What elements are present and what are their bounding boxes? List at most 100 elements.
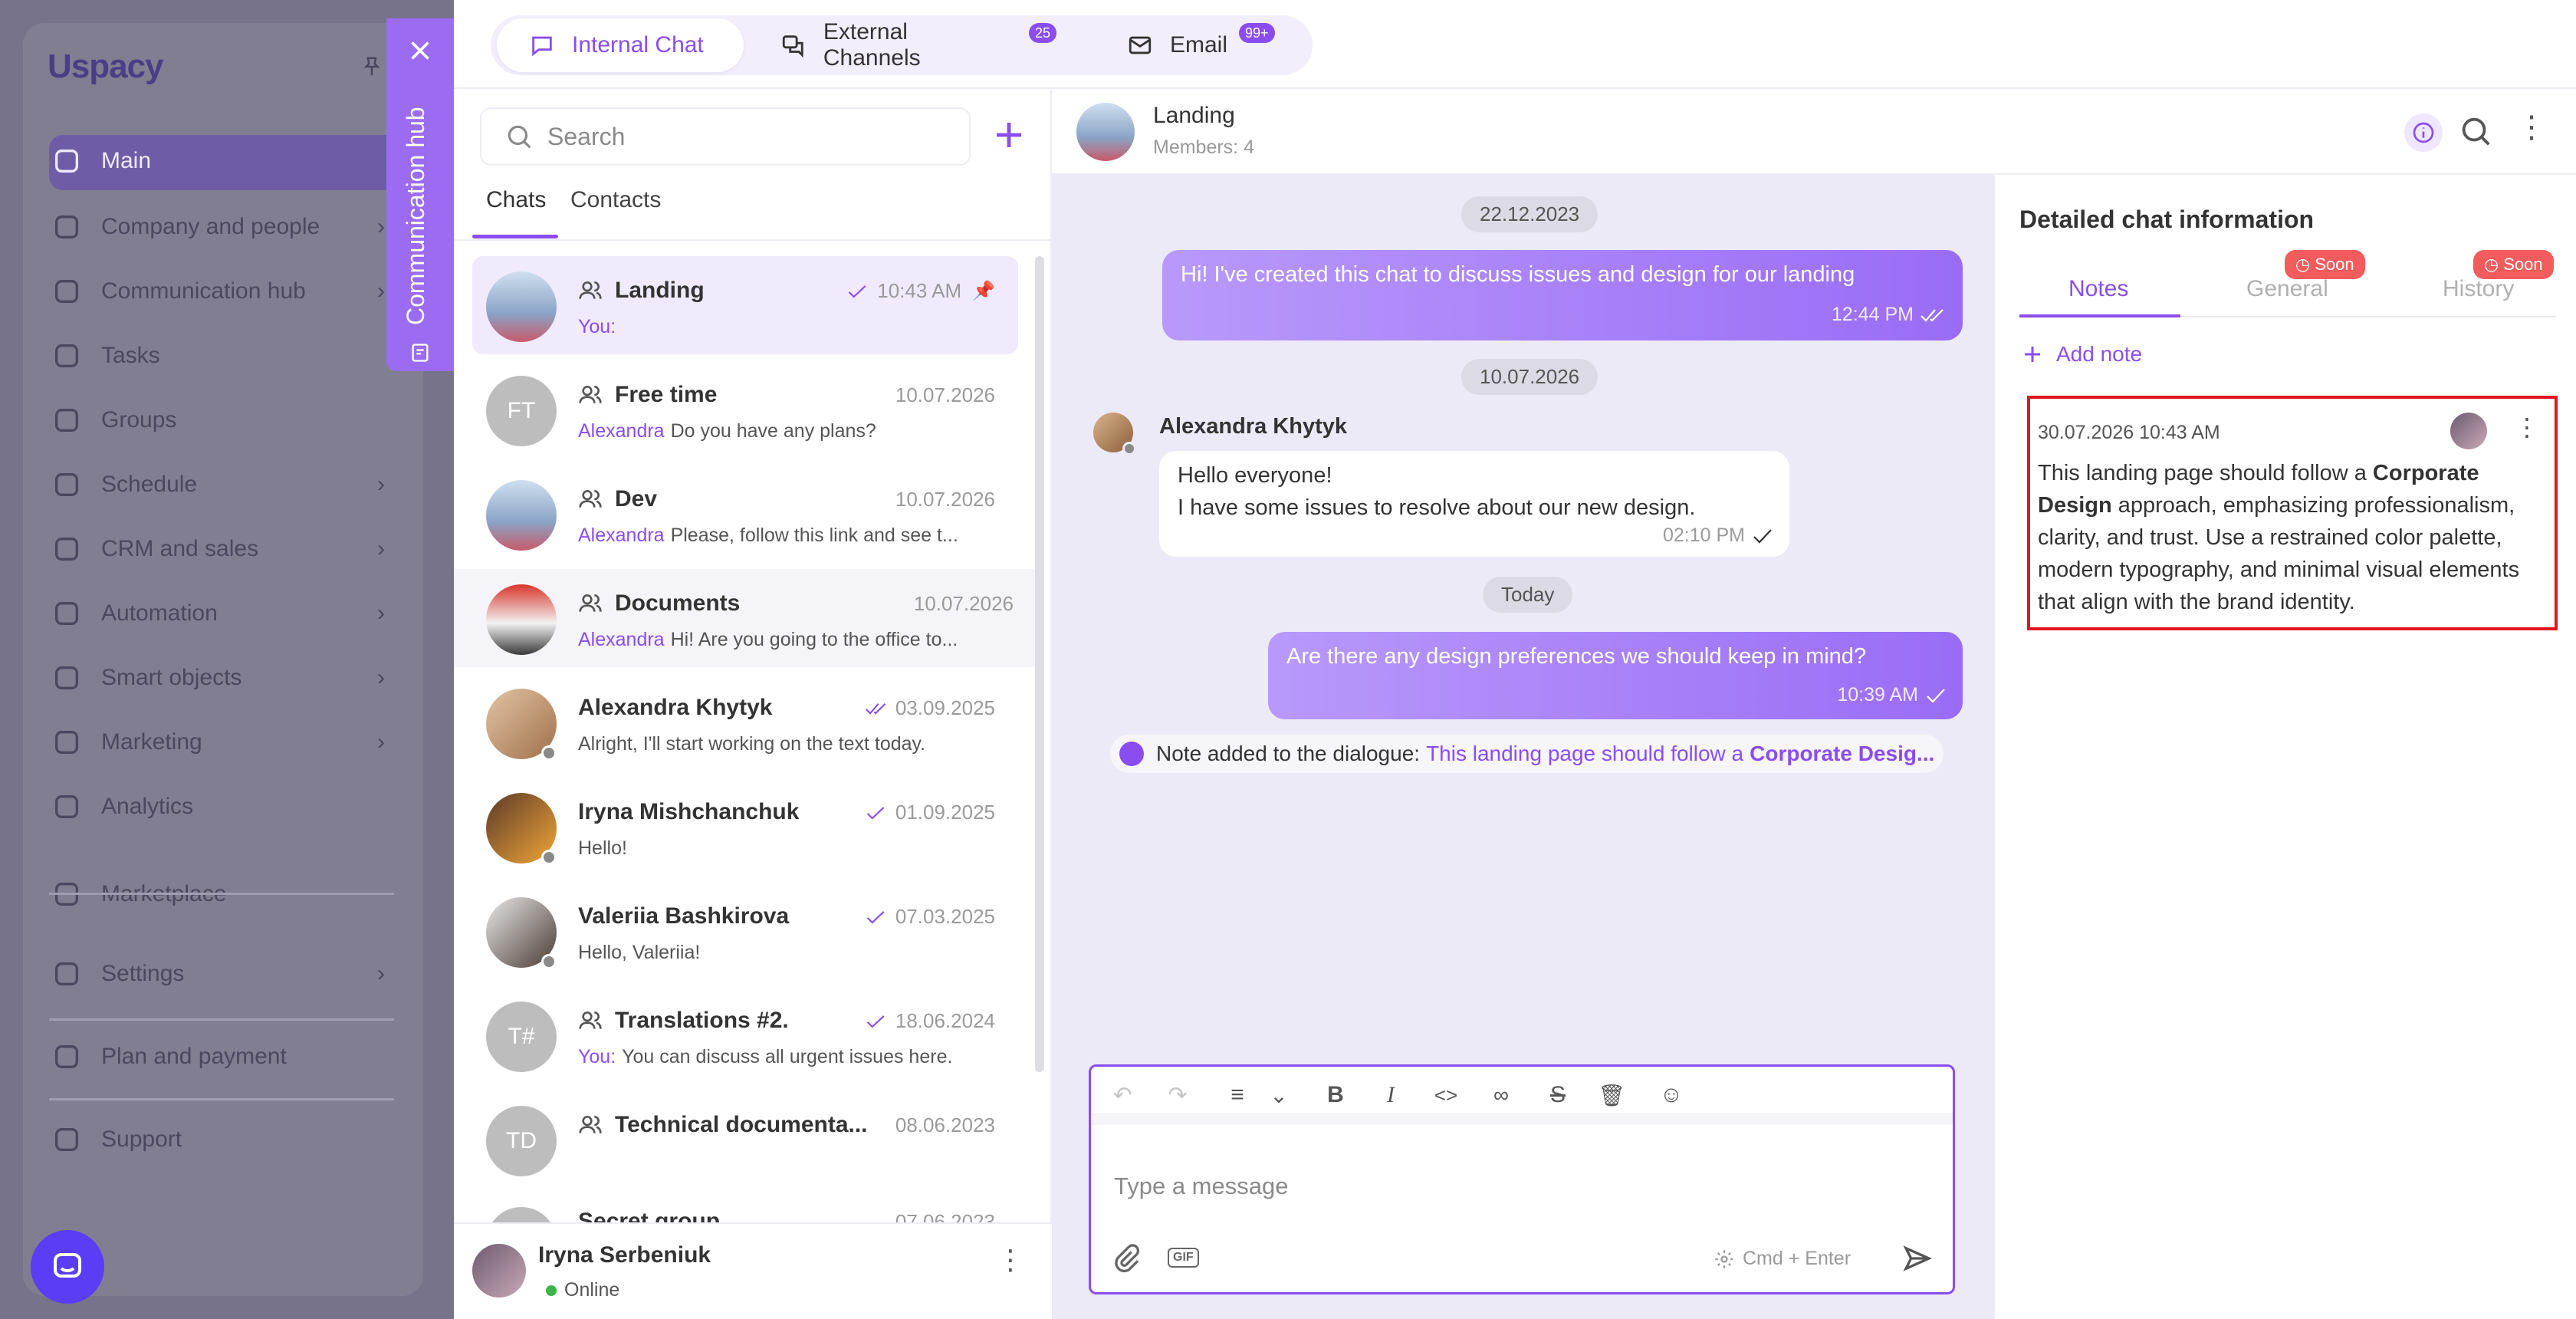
chat-row[interactable]: Documents 10.07.2026 Alexandra Hi! Are you … [454, 569, 1037, 667]
tab-general[interactable]: General [2246, 276, 2328, 302]
sidebar-item-groups[interactable]: Groups [49, 397, 394, 443]
chat-avatar: FT [486, 376, 557, 446]
chat-time-text: 07.06.2023 [895, 1210, 995, 1222]
sidebar-item-analytics[interactable]: Analytics [49, 784, 394, 830]
align-icon[interactable]: ≡ [1224, 1081, 1251, 1109]
current-user-avatar[interactable] [472, 1244, 526, 1298]
message-outgoing[interactable]: Hi! I've created this chat to discuss is… [1162, 250, 1963, 340]
message-outgoing[interactable]: Are there any design preferences we shou… [1268, 632, 1963, 719]
sidebar-item-main[interactable]: Main [49, 138, 394, 184]
emoji-icon[interactable]: ☺ [1658, 1081, 1685, 1109]
preview-text: Alright, I'll start working on the text … [578, 733, 926, 755]
gear-icon[interactable] [1714, 1248, 1735, 1270]
chat-row[interactable]: Secret group 07.06.2023 [472, 1207, 1018, 1222]
message-input[interactable]: Type a message [1114, 1173, 1288, 1200]
chat-row[interactable]: Valeriia Bashkirova 07.03.2025 Hello, Vale… [472, 882, 1018, 980]
note-card[interactable]: 30.07.2026 10:43 AM ⋮ This landing page … [2027, 396, 2558, 630]
search-icon[interactable] [2458, 113, 2493, 149]
more-vertical-icon[interactable]: ⋮ [997, 1246, 1024, 1274]
redo-icon[interactable]: ↷ [1164, 1081, 1191, 1109]
chat-more-icon[interactable]: ⋮ [2516, 112, 2547, 143]
pin-icon[interactable] [360, 54, 383, 80]
chat-preview: You: [578, 316, 992, 338]
sidebar-item-smart-objects[interactable]: Smart objects › [49, 655, 394, 701]
chat-row[interactable]: Iryna Mishchanchuk 01.09.2025 Hello! [472, 778, 1018, 876]
code-icon[interactable]: <> [1432, 1081, 1460, 1109]
search-input[interactable]: Search [480, 107, 971, 166]
tab-external-channels[interactable]: External Channels [780, 18, 1010, 72]
chat-row[interactable]: FT Free time 10.07.2026 Alexandra Do you hav… [472, 360, 1018, 459]
sidebar-item-settings[interactable]: Settings › [49, 951, 394, 997]
tab-chats[interactable]: Chats [486, 187, 546, 213]
chat-row[interactable]: TD Technical documenta... 08.06.2023 [472, 1090, 1018, 1189]
sidebar-item-automation[interactable]: Automation › [49, 590, 394, 636]
message-incoming[interactable]: Hello everyone! I have some issues to re… [1159, 451, 1789, 557]
sidebar-item-label: Support [101, 1127, 182, 1152]
chat-time-text: 01.09.2025 [895, 801, 995, 824]
clear-format-icon[interactable]: 🗑 [1598, 1081, 1625, 1109]
bold-icon[interactable]: B [1322, 1081, 1349, 1109]
sidebar-item-plan-and-payment[interactable]: Plan and payment [49, 1034, 394, 1080]
message-meta: 12:44 PM [1832, 304, 1946, 326]
chat-name-text: Technical documenta... [615, 1112, 868, 1137]
tab-notes[interactable]: Notes [2068, 276, 2128, 302]
gif-button[interactable]: GIF [1168, 1248, 1199, 1268]
note-menu-icon[interactable]: ⋮ [2515, 413, 2539, 442]
sidebar-item-company-and-people[interactable]: Company and people › [49, 204, 394, 250]
tab-history[interactable]: History [2443, 276, 2514, 302]
note-link[interactable]: This landing page should follow a [1426, 742, 1743, 766]
chat-name-text: Dev [615, 486, 658, 511]
preview-text: Do you have any plans? [670, 420, 876, 442]
sidebar-divider [49, 893, 394, 895]
chat-row[interactable]: Dev 10.07.2026 Alexandra Please, follow thi… [472, 465, 1018, 563]
sender-name[interactable]: Alexandra Khytyk [1159, 414, 1347, 439]
chevron-right-icon: › [377, 729, 385, 755]
soon-label: Soon [2315, 255, 2354, 274]
chat-members[interactable]: Members: 4 [1153, 137, 1254, 159]
sidebar-item-tasks[interactable]: Tasks [49, 333, 394, 379]
chat-row[interactable]: T# Translations #2. 18.06.2024 You: You can … [472, 986, 1018, 1084]
chevron-right-icon: › [377, 278, 385, 304]
sidebar-item-schedule[interactable]: Schedule › [49, 462, 394, 508]
megaphone-icon [49, 725, 84, 760]
check-icon [849, 285, 866, 298]
support-chat-launcher[interactable] [31, 1230, 104, 1304]
details-title: Detailed chat information [2019, 206, 2315, 233]
attach-icon[interactable] [1111, 1243, 1142, 1274]
chat-row[interactable]: Landing 10:43 AM 📌 You: [472, 256, 1018, 354]
pin-icon[interactable]: 📌 [972, 280, 995, 302]
smart-icon [49, 660, 84, 696]
tab-internal-chat[interactable]: Internal Chat [497, 18, 744, 72]
sidebar-item-crm-and-sales[interactable]: CRM and sales › [49, 526, 394, 572]
chat-list-scrollbar[interactable] [1035, 256, 1044, 1072]
sidebar-item-label: Analytics [101, 794, 194, 819]
info-button[interactable] [2404, 113, 2443, 152]
message-meta: 02:10 PM [1663, 525, 1773, 547]
chat-avatar: TD [486, 1106, 557, 1176]
sidebar-item-label: Groups [101, 407, 177, 433]
preview-author: You: [578, 1046, 616, 1067]
italic-icon[interactable]: I [1377, 1081, 1405, 1109]
note-added-event[interactable]: Note added to the dialogue: This landing… [1110, 735, 1944, 773]
home-icon [49, 143, 84, 179]
sidebar-item-label: CRM and sales [101, 536, 259, 561]
chat-avatar[interactable] [1076, 103, 1135, 161]
chat-name-text: Valeriia Bashkirova [578, 903, 790, 929]
close-icon[interactable] [406, 37, 434, 64]
sidebar-item-support[interactable]: Support [49, 1117, 394, 1163]
link-icon[interactable]: ∞ [1487, 1081, 1515, 1109]
send-icon[interactable] [1901, 1243, 1934, 1274]
tab-contacts[interactable]: Contacts [570, 187, 661, 213]
note-author-avatar[interactable] [2450, 413, 2487, 449]
message-text: Hello everyone! [1178, 463, 1332, 488]
strikethrough-icon[interactable]: S [1544, 1081, 1572, 1109]
undo-icon[interactable]: ↶ [1109, 1081, 1136, 1109]
add-note-button[interactable]: Add note [2021, 342, 2142, 367]
note-link-bold[interactable]: Corporate Desig... [1750, 742, 1934, 766]
communication-hub-tab[interactable]: Communication hub [386, 18, 454, 371]
sidebar-item-marketing[interactable]: Marketing › [49, 719, 394, 765]
sidebar-item-communication-hub[interactable]: Communication hub › [49, 268, 394, 314]
add-chat-button[interactable] [991, 117, 1027, 153]
chevron-down-icon[interactable]: ⌄ [1265, 1081, 1293, 1109]
chat-row[interactable]: Alexandra Khytyk 03.09.2025 Alright, I'll … [472, 673, 1018, 771]
